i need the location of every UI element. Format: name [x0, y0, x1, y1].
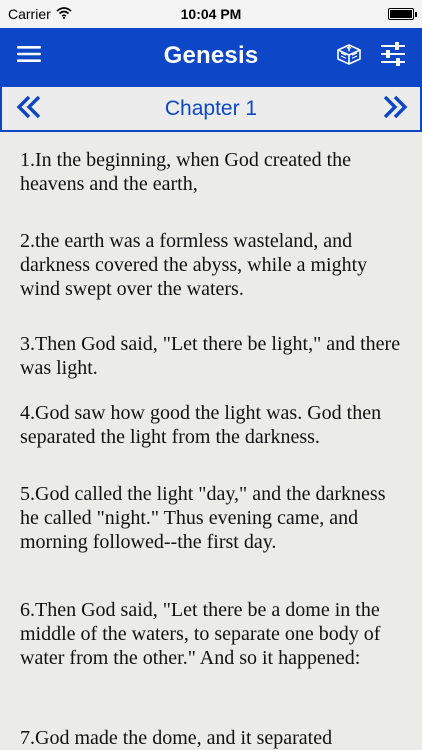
app-screen: Carrier 10:04 PM Genesis Chapter 1 1.In …: [0, 0, 422, 750]
verse-text: 1.In the beginning, when God created the…: [20, 149, 352, 195]
verse-text: 7.God made the dome, and it separated: [20, 727, 333, 749]
next-chapter-button[interactable]: [378, 93, 412, 125]
verse-text: 6.Then God said, "Let there be a dome in…: [20, 599, 381, 669]
verse-text: 2.the earth was a formless wasteland, an…: [20, 230, 368, 300]
nav-bar: Genesis: [0, 28, 422, 85]
battery-icon: [388, 8, 417, 20]
status-time: 10:04 PM: [180, 6, 242, 22]
chapter-text[interactable]: 1.In the beginning, when God created the…: [0, 132, 422, 750]
bible-book-icon: [334, 39, 364, 74]
status-bar: Carrier 10:04 PM: [0, 0, 422, 28]
chapter-title[interactable]: Chapter 1: [2, 97, 420, 121]
books-button[interactable]: [332, 39, 366, 73]
battery-tip: [415, 12, 417, 17]
verse-text: 3.Then God said, "Let there be light," a…: [20, 333, 401, 379]
battery-fill: [390, 10, 412, 18]
double-chevron-right-icon: [382, 94, 408, 125]
settings-sliders-icon: [379, 40, 407, 73]
chapter-bar: Chapter 1: [0, 85, 422, 132]
verse-text: 5.God called the light "day," and the da…: [20, 483, 386, 553]
verse-text: 4.God saw how good the light was. God th…: [20, 402, 382, 448]
settings-button[interactable]: [376, 39, 410, 73]
